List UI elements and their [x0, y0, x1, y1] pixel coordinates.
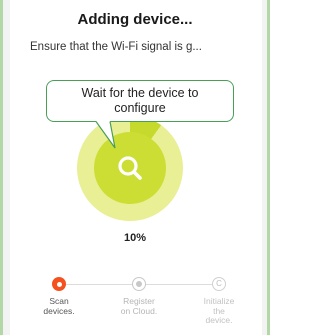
step-connector-1: [66, 284, 132, 285]
search-icon: [118, 156, 142, 180]
callout-line-2: configure: [114, 101, 166, 115]
step-scan-label: Scan devices.: [31, 296, 87, 316]
step-initialize-line-3: device.: [205, 315, 233, 325]
page-title: Adding device...: [77, 11, 193, 28]
left-edge: [3, 0, 10, 335]
callout-line-1: Wait for the device to: [81, 86, 199, 100]
subtitle-text: Ensure that the Wi-Fi signal is g...: [30, 41, 202, 53]
right-edge: [262, 0, 267, 335]
step-register-line-2: on Cloud.: [120, 305, 158, 316]
callout-tail: [95, 121, 116, 149]
step-register-indicator: [132, 277, 146, 291]
step-connector-2: [146, 284, 212, 285]
step-scan-indicator: [52, 277, 66, 291]
step-scan-line-2: devices.: [43, 305, 75, 316]
progress-percent: 10%: [123, 232, 147, 244]
step-initialize-icon: C: [216, 279, 222, 288]
step-register-label: Register on Cloud.: [111, 296, 167, 316]
step-initialize-indicator: C: [212, 277, 226, 291]
step-initialize-label: Initialize the device.: [191, 296, 247, 326]
status-callout: Wait for the device to configure: [46, 80, 234, 122]
